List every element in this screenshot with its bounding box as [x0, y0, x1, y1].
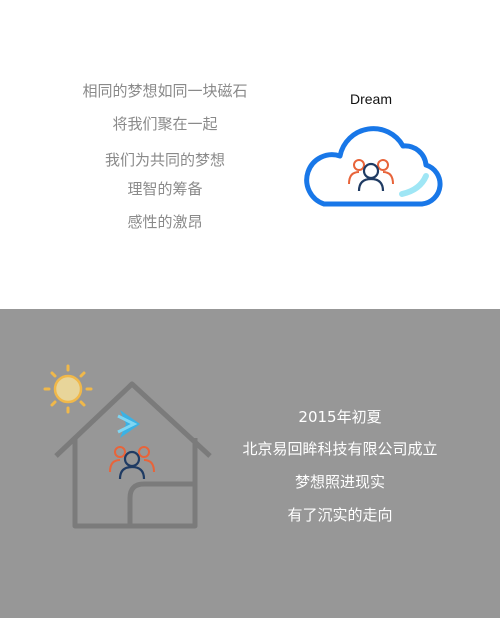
top-line-3: 我们为共同的梦想	[104, 151, 225, 169]
house-icon	[54, 381, 212, 529]
dream-label: Dream	[349, 91, 392, 107]
bottom-line-1: 2015年初夏	[298, 408, 382, 426]
top-line-4: 理智的筹备	[127, 180, 203, 198]
bottom-line-3: 梦想照进现实	[294, 473, 385, 491]
top-line-2: 将我们聚在一起	[112, 115, 218, 133]
people-icon	[109, 446, 155, 480]
arrow-icon	[117, 410, 140, 438]
sun-icon	[43, 364, 93, 414]
top-line-5: 感性的激昂	[127, 213, 203, 231]
cloud-icon	[304, 126, 443, 207]
bottom-line-4: 有了沉实的走向	[287, 506, 393, 524]
top-section: 相同的梦想如同一块磁石 将我们聚在一起 我们为共同的梦想 理智的筹备 感性的激昂…	[0, 0, 500, 309]
house-illustration	[43, 364, 212, 529]
top-line-1: 相同的梦想如同一块磁石	[82, 82, 248, 100]
bottom-line-2: 北京易回眸科技有限公司成立	[242, 440, 438, 458]
people-icon	[348, 159, 394, 192]
